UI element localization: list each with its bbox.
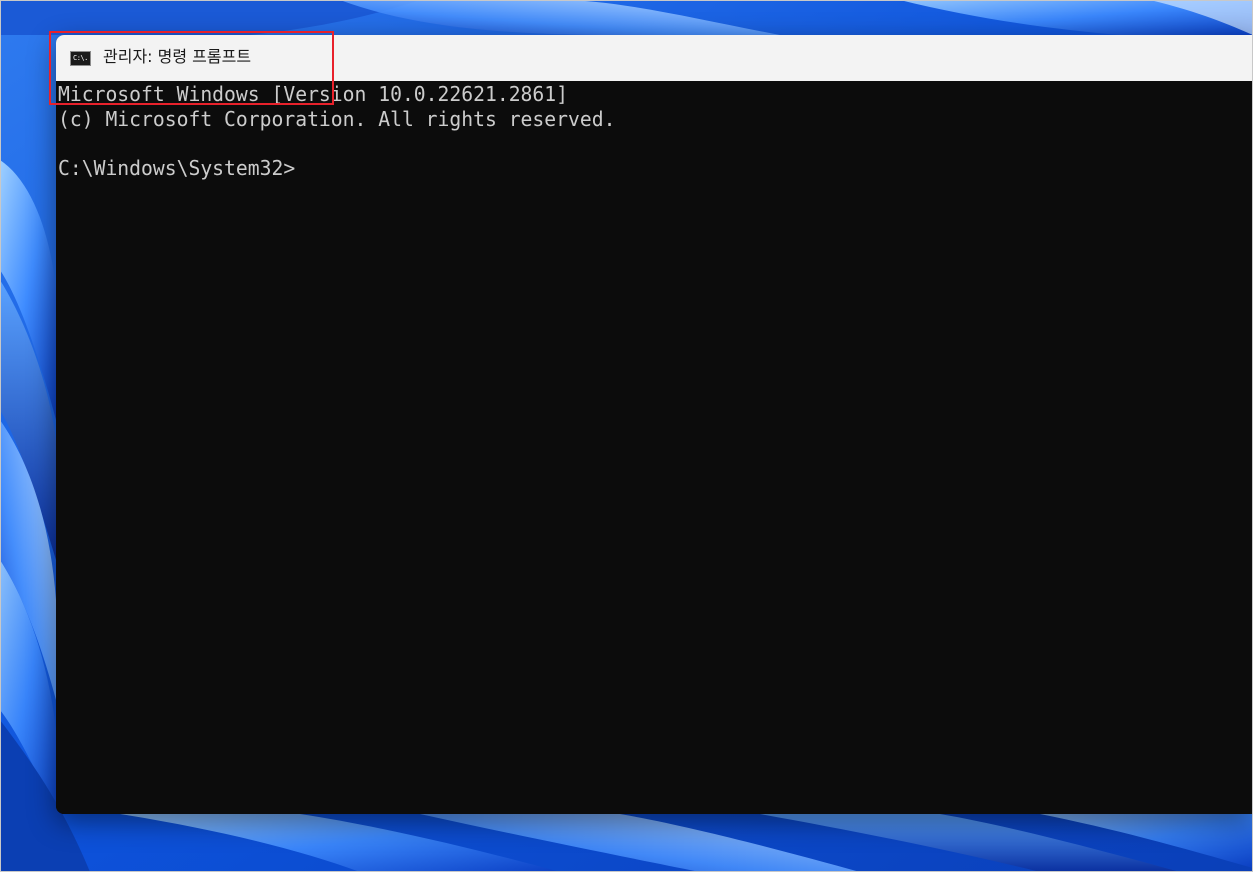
console-line: Microsoft Windows [Version 10.0.22621.28… [58,82,568,106]
console-output[interactable]: Microsoft Windows [Version 10.0.22621.28… [56,81,1253,814]
window-titlebar[interactable]: C:\. 관리자: 명령 프롬프트 [56,35,1253,81]
console-line: (c) Microsoft Corporation. All rights re… [58,106,616,131]
command-prompt-line[interactable]: C:\Windows\System32> [58,156,1235,181]
window-title: 관리자: 명령 프롬프트 [103,47,252,66]
command-prompt-window[interactable]: C:\. 관리자: 명령 프롬프트 Microsoft Windows [Ver… [56,35,1253,814]
desktop: C:\. 관리자: 명령 프롬프트 Microsoft Windows [Ver… [0,0,1253,872]
command-prompt-icon: C:\. [70,51,91,66]
